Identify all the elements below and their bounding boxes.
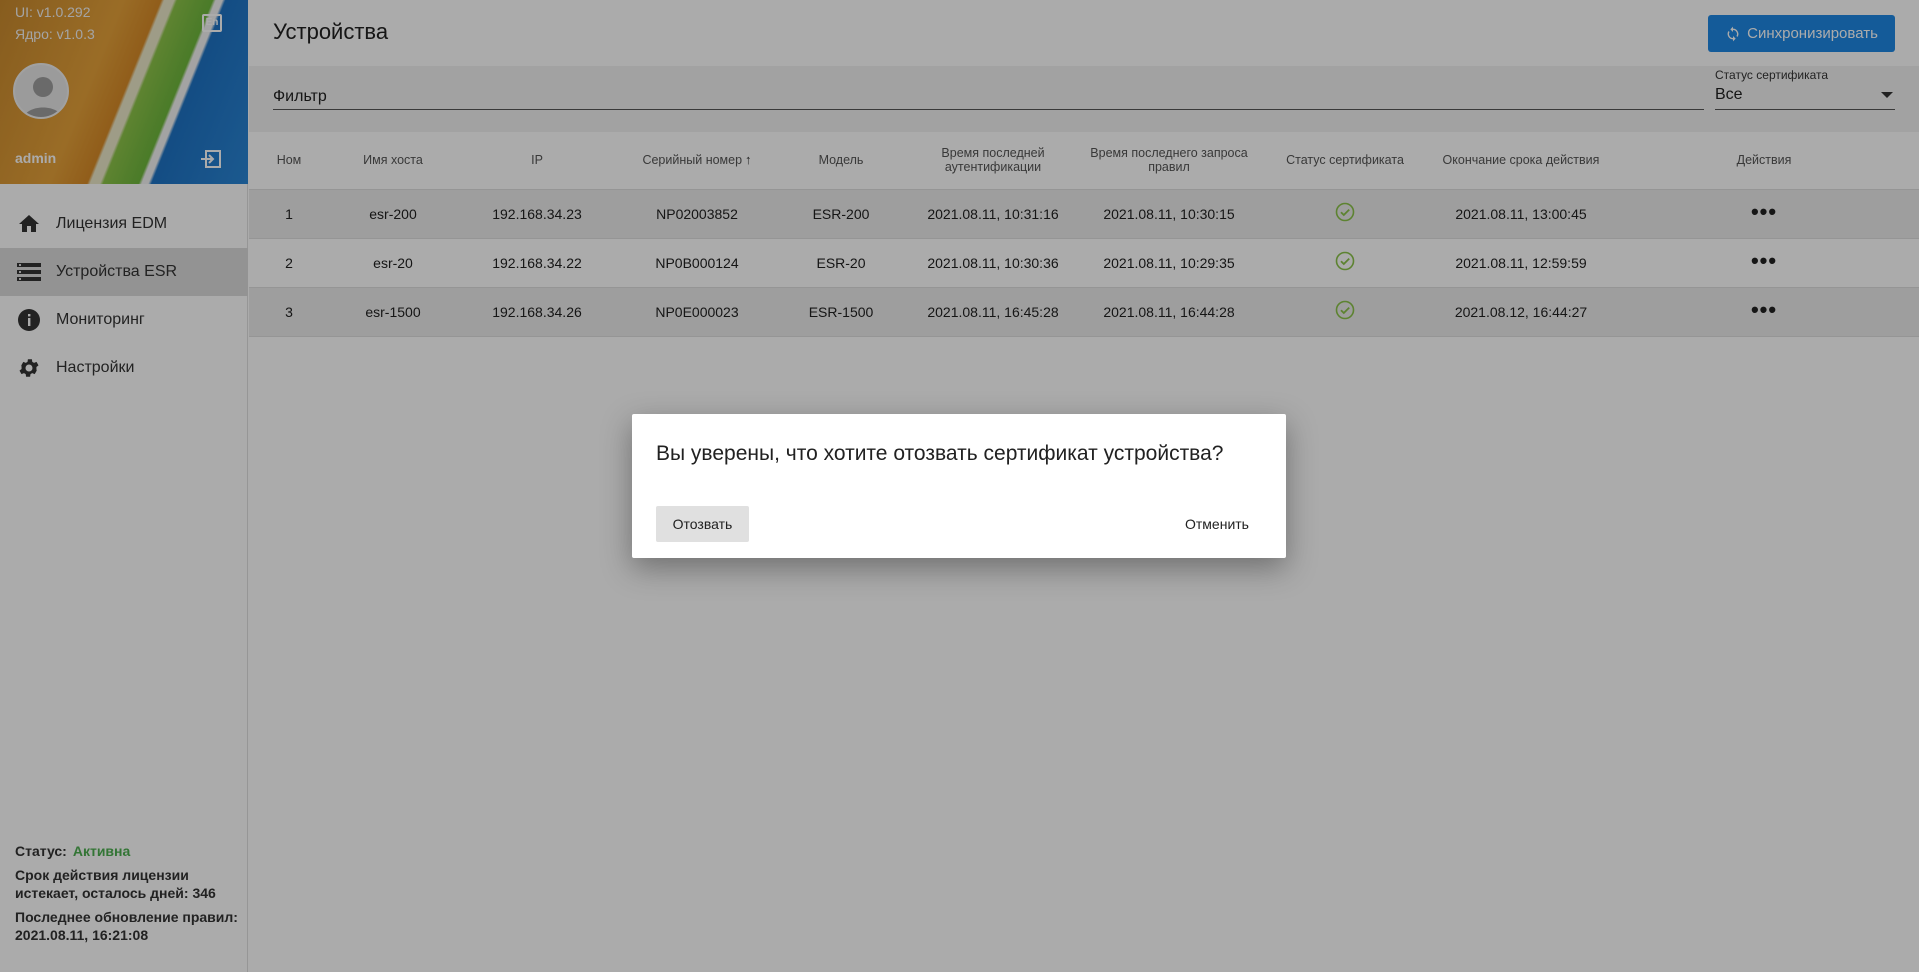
revoke-confirm-dialog: Вы уверены, что хотите отозвать сертифик… [632, 414, 1286, 558]
revoke-button[interactable]: Отозвать [656, 506, 749, 542]
dialog-title: Вы уверены, что хотите отозвать сертифик… [656, 442, 1224, 465]
cancel-button[interactable]: Отменить [1172, 506, 1262, 542]
